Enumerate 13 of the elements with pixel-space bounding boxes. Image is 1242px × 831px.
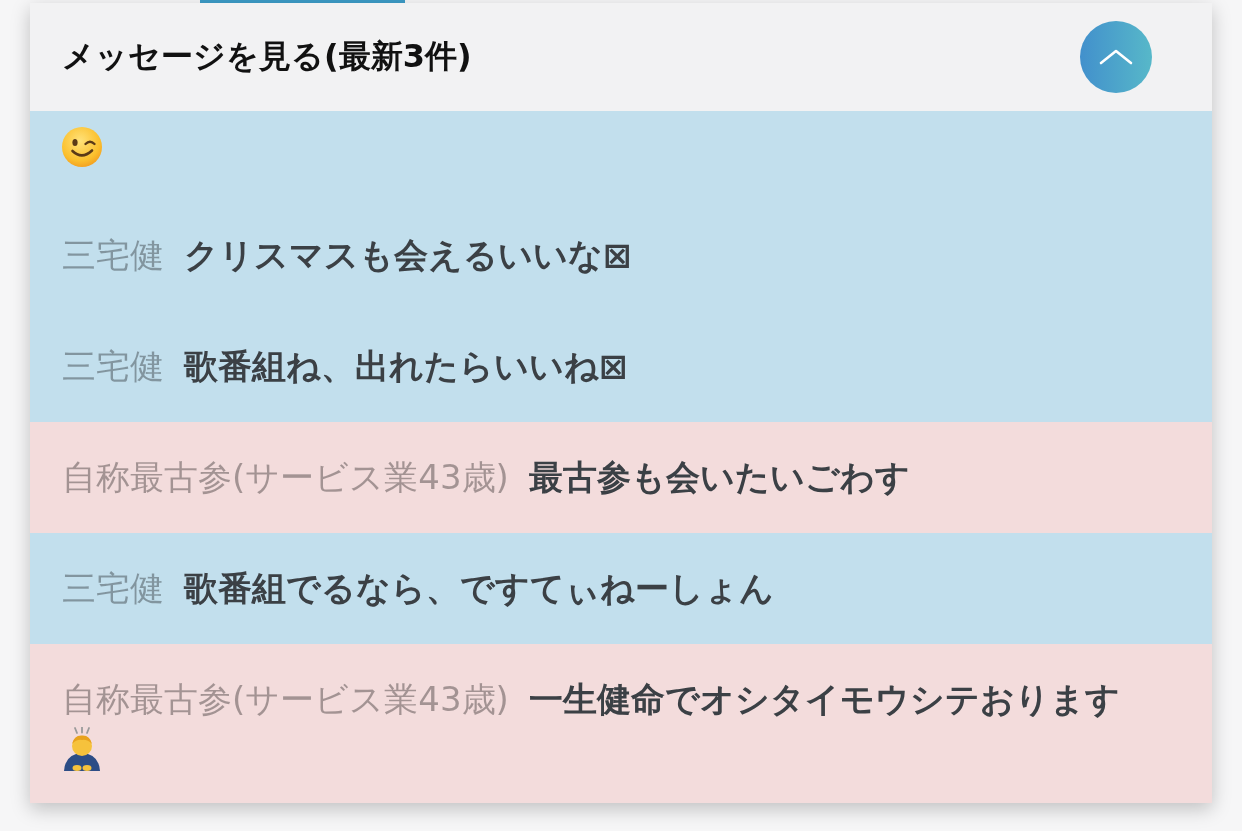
wink-face-icon [62, 127, 102, 167]
message-text: 歌番組でるなら、ですてぃねーしょん [184, 567, 774, 610]
sender-name: 三宅健 [62, 567, 164, 610]
card-title: メッセージを見る(最新3件) [62, 36, 472, 77]
bowing-person-icon [62, 727, 102, 771]
message-text: 一生健命でオシタイモウシテおります [528, 678, 1120, 721]
sender-name: 自称最古参(サービス業43歳) [62, 678, 509, 721]
message-text: 最古参も会いたいごわす [528, 456, 910, 499]
sender-name: 自称最古参(サービス業43歳) [62, 456, 509, 499]
message-text: クリスマスも会えるいいな⊠ [184, 234, 632, 277]
sender-name: 三宅健 [62, 345, 164, 388]
sender-name: 三宅健 [62, 234, 164, 277]
message-text: 歌番組ね、出れたらいいね⊠ [184, 345, 628, 388]
